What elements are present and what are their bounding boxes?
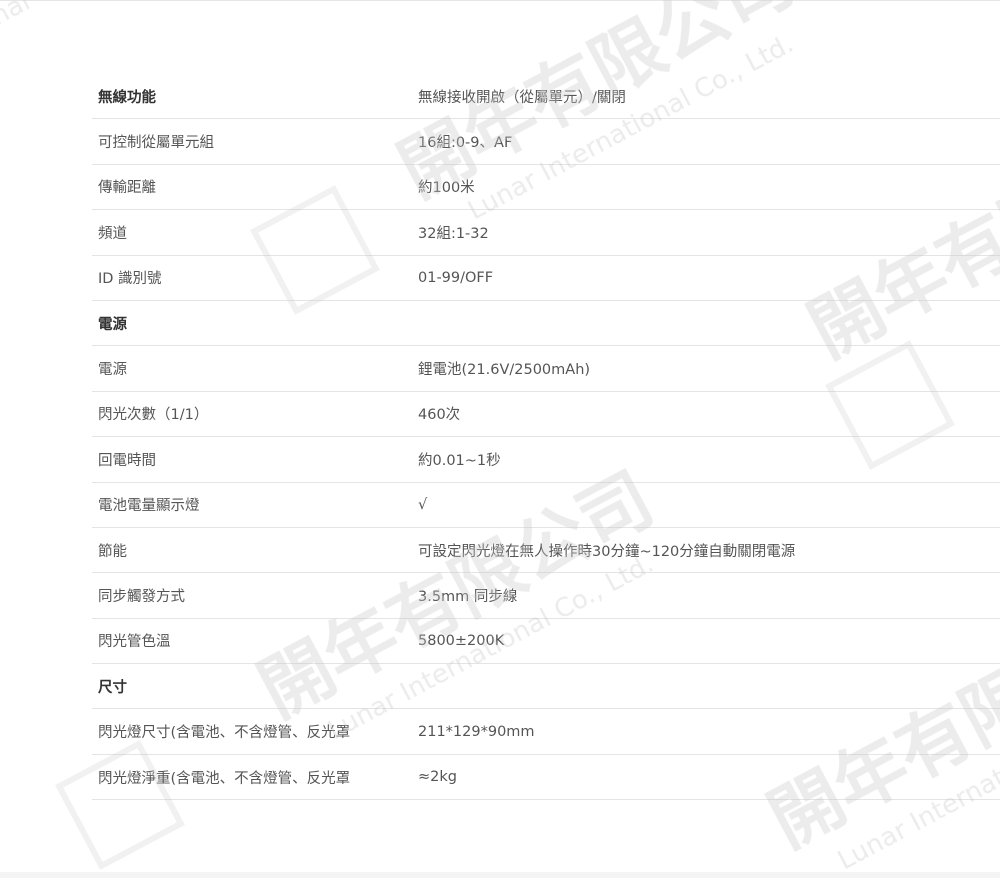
section-title: 無線功能 <box>98 89 156 106</box>
spec-value: 鋰電池(21.6V/2500mAh) <box>418 362 591 379</box>
spec-row: 節能 可設定閃光燈在無人操作時30分鐘~120分鐘自動關閉電源 <box>92 528 1000 574</box>
watermark-company-en: Lunar International Co., Ltd. <box>0 0 295 46</box>
spec-label: 傳輸距離 <box>98 180 156 197</box>
spec-value: 32組:1-32 <box>418 225 489 242</box>
spec-row: 頻道 32組:1-32 <box>92 210 1000 256</box>
spec-row: 電源 鋰電池(21.6V/2500mAh) <box>92 346 1000 392</box>
spec-row: 閃光燈尺寸(含電池、不含燈管、反光罩 211*129*90mm <box>92 709 1000 755</box>
spec-value: 3.5mm 同步線 <box>418 588 518 605</box>
spec-row: 回電時間 約0.01~1秒 <box>92 437 1000 483</box>
spec-row: 電池電量顯示燈 √ <box>92 483 1000 528</box>
spec-value: 01-99/OFF <box>418 269 494 286</box>
spec-label: 閃光管色溫 <box>98 634 171 651</box>
spec-label: ID 識別號 <box>98 271 162 288</box>
bottom-band <box>0 872 1000 878</box>
spec-value: 5800±200K <box>418 632 505 649</box>
spec-label: 閃光燈淨重(含電池、不含燈管、反光罩 <box>98 770 351 787</box>
spec-label: 可控制從屬單元組 <box>98 135 214 152</box>
spec-row: ID 識別號 01-99/OFF <box>92 256 1000 301</box>
section-header-row: 電源 <box>92 301 1000 347</box>
spec-value: 460次 <box>418 407 461 424</box>
spec-value: 211*129*90mm <box>418 723 535 740</box>
spec-label: 同步觸發方式 <box>98 588 185 605</box>
watermark-5: Lunar International Co., Ltd. <box>0 0 295 46</box>
section-header-row: 無線功能 無線接收開啟（從屬單元）/關閉 <box>92 74 1000 120</box>
spec-row: 閃光管色溫 5800±200K <box>92 619 1000 665</box>
spec-label: 閃光燈尺寸(含電池、不含燈管、反光罩 <box>98 725 351 742</box>
spec-label: 閃光次數（1/1） <box>98 407 209 424</box>
spec-value: ≈2kg <box>418 769 457 786</box>
spec-label: 電池電量顯示燈 <box>98 498 200 515</box>
spec-row: 閃光次數（1/1） 460次 <box>92 392 1000 438</box>
spec-table: 無線功能 無線接收開啟（從屬單元）/關閉可控制從屬單元組 16組:0-9、AF 傳輸距… <box>92 74 1000 801</box>
spec-value: √ <box>418 496 428 513</box>
spec-label: 頻道 <box>98 225 127 242</box>
section-title: 尺寸 <box>98 679 127 696</box>
spec-label: 電源 <box>98 362 127 379</box>
spec-value: 16組:0-9、AF <box>418 135 513 152</box>
section-title: 電源 <box>98 316 127 333</box>
spec-row: 同步觸發方式 3.5mm 同步線 <box>92 573 1000 619</box>
top-divider <box>0 0 1000 1</box>
spec-value: 無線接收開啟（從屬單元）/關閉 <box>418 89 626 106</box>
spec-label: 回電時間 <box>98 452 156 469</box>
spec-value: 可設定閃光燈在無人操作時30分鐘~120分鐘自動關閉電源 <box>418 543 796 560</box>
section-header-row: 尺寸 <box>92 664 1000 710</box>
spec-row: 閃光燈淨重(含電池、不含燈管、反光罩 ≈2kg <box>92 755 1000 801</box>
spec-row: 傳輸距離 約100米 <box>92 165 1000 211</box>
spec-value: 約100米 <box>418 180 475 197</box>
spec-value: 約0.01~1秒 <box>418 452 501 469</box>
spec-label: 節能 <box>98 543 127 560</box>
spec-row: 可控制從屬單元組 16組:0-9、AF <box>92 119 1000 165</box>
